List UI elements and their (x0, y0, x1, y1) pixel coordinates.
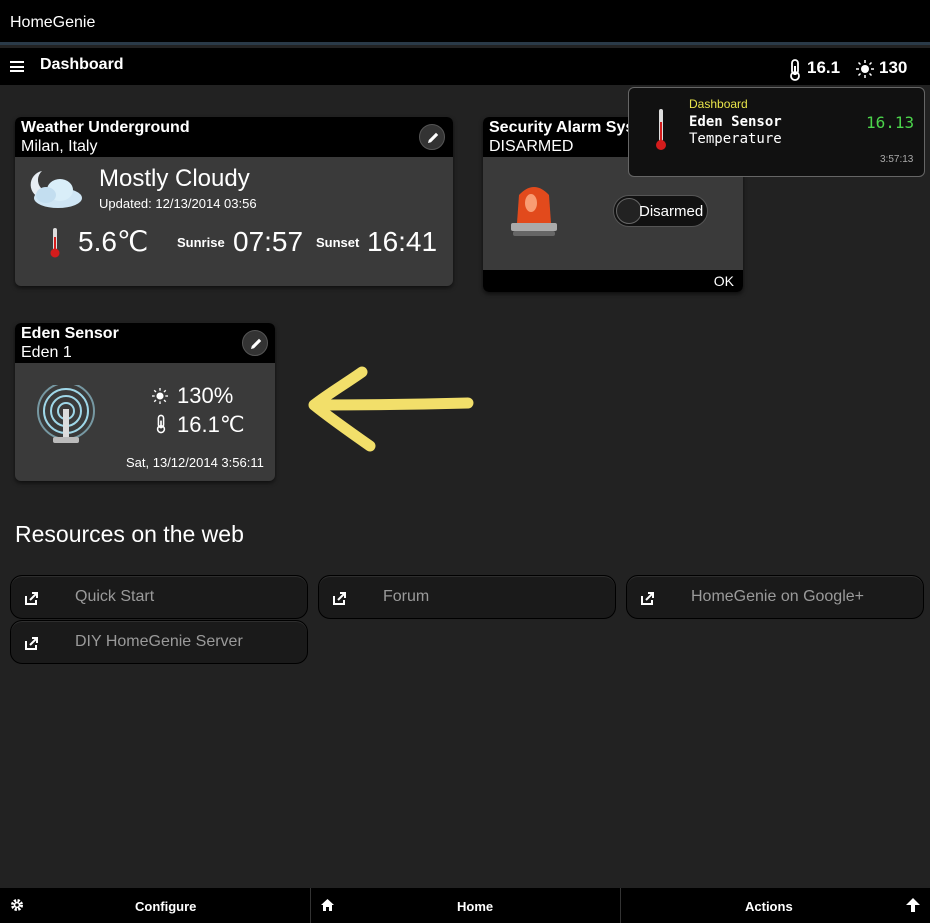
widget-title: Eden Sensor (21, 325, 119, 342)
widget-title: Weather Underground (21, 119, 190, 136)
resource-link-google-plus[interactable]: HomeGenie on Google+ (626, 575, 924, 619)
sunrise-label: Sunrise (177, 235, 225, 250)
app-titlebar: HomeGenie (0, 0, 930, 45)
resource-link-label: DIY HomeGenie Server (75, 633, 243, 650)
external-link-icon (25, 637, 38, 650)
home-button[interactable]: Home (311, 888, 621, 923)
header-luminance: 130 (879, 58, 908, 77)
notification-popup[interactable]: Dashboard Eden Sensor Temperature 16.13 … (628, 87, 925, 177)
widget-subtitle: Eden 1 (21, 344, 72, 361)
configure-button[interactable]: Configure (0, 888, 311, 923)
sunrise-time: 07:57 (233, 226, 304, 257)
ok-button[interactable]: OK (714, 273, 734, 289)
widget-footer: OK (483, 270, 743, 292)
sunset-label: Sunset (316, 235, 360, 250)
edit-button[interactable] (242, 330, 268, 356)
notification-parameter: Temperature (689, 131, 782, 147)
widget-header: Eden Sensor Eden 1 (15, 323, 275, 363)
actions-button[interactable]: Actions (621, 888, 930, 923)
resource-link-label: HomeGenie on Google+ (691, 588, 864, 605)
arrow-up-icon (906, 898, 920, 912)
thermometer-icon (156, 414, 166, 434)
home-icon (321, 899, 334, 911)
weather-temperature: 5.6℃ (78, 226, 149, 257)
siren-icon (511, 187, 557, 236)
weather-widget[interactable]: Weather Underground Milan, Italy Mostly … (15, 117, 453, 286)
actions-label: Actions (745, 899, 793, 914)
notification-time: 3:57:13 (880, 154, 914, 165)
eden-temperature: 16.1℃ (177, 412, 245, 437)
cloud-moon-icon (30, 171, 82, 208)
edit-button[interactable] (419, 124, 445, 150)
arrow-annotation (308, 366, 474, 452)
sun-icon (856, 60, 874, 78)
app-title: HomeGenie (10, 14, 96, 31)
pencil-icon (428, 132, 439, 143)
resource-link-quick-start[interactable]: Quick Start (10, 575, 308, 619)
resources-title: Resources on the web (15, 521, 244, 547)
thermometer-icon (790, 59, 800, 81)
weather-updated: Updated: 12/13/2014 03:56 (99, 196, 257, 211)
widget-header: Weather Underground Milan, Italy (15, 117, 453, 157)
bottom-toolbar: Configure Home Actions (0, 888, 930, 923)
thermometer-icon (656, 109, 666, 150)
toggle-label: Disarmed (639, 203, 704, 220)
notification-value: 16.13 (866, 113, 915, 132)
arm-toggle[interactable]: Disarmed (613, 195, 708, 227)
thermometer-icon (50, 228, 60, 258)
resource-link-label: Quick Start (75, 588, 155, 605)
header-bar: Dashboard 16.1 130 (0, 48, 930, 85)
resource-link-label: Forum (383, 588, 430, 605)
page-title: Dashboard (40, 56, 124, 73)
configure-label: Configure (135, 899, 197, 914)
external-link-icon (641, 592, 654, 605)
eden-sensor-widget[interactable]: Eden Sensor Eden 1 130% 16.1℃ Sat, 13/12… (15, 323, 275, 481)
weather-condition: Mostly Cloudy (99, 165, 250, 192)
eden-luminance: 130% (177, 383, 234, 408)
eden-timestamp: Sat, 13/12/2014 3:56:11 (126, 455, 264, 470)
sun-icon (152, 388, 168, 404)
pencil-icon (251, 338, 262, 349)
sensor-antenna-icon (37, 385, 95, 443)
external-link-icon (333, 592, 346, 605)
resource-link-forum[interactable]: Forum (318, 575, 616, 619)
notification-name: Eden Sensor (689, 114, 782, 130)
home-label: Home (457, 899, 494, 914)
notification-source: Dashboard (689, 97, 748, 111)
gear-icon (11, 899, 23, 911)
external-link-icon (25, 592, 38, 605)
header-temperature: 16.1 (807, 58, 841, 77)
resource-link-diy-server[interactable]: DIY HomeGenie Server (10, 620, 308, 664)
sunset-time: 16:41 (367, 226, 438, 257)
widget-subtitle: Milan, Italy (21, 138, 98, 155)
hamburger-menu-icon[interactable] (10, 61, 24, 72)
